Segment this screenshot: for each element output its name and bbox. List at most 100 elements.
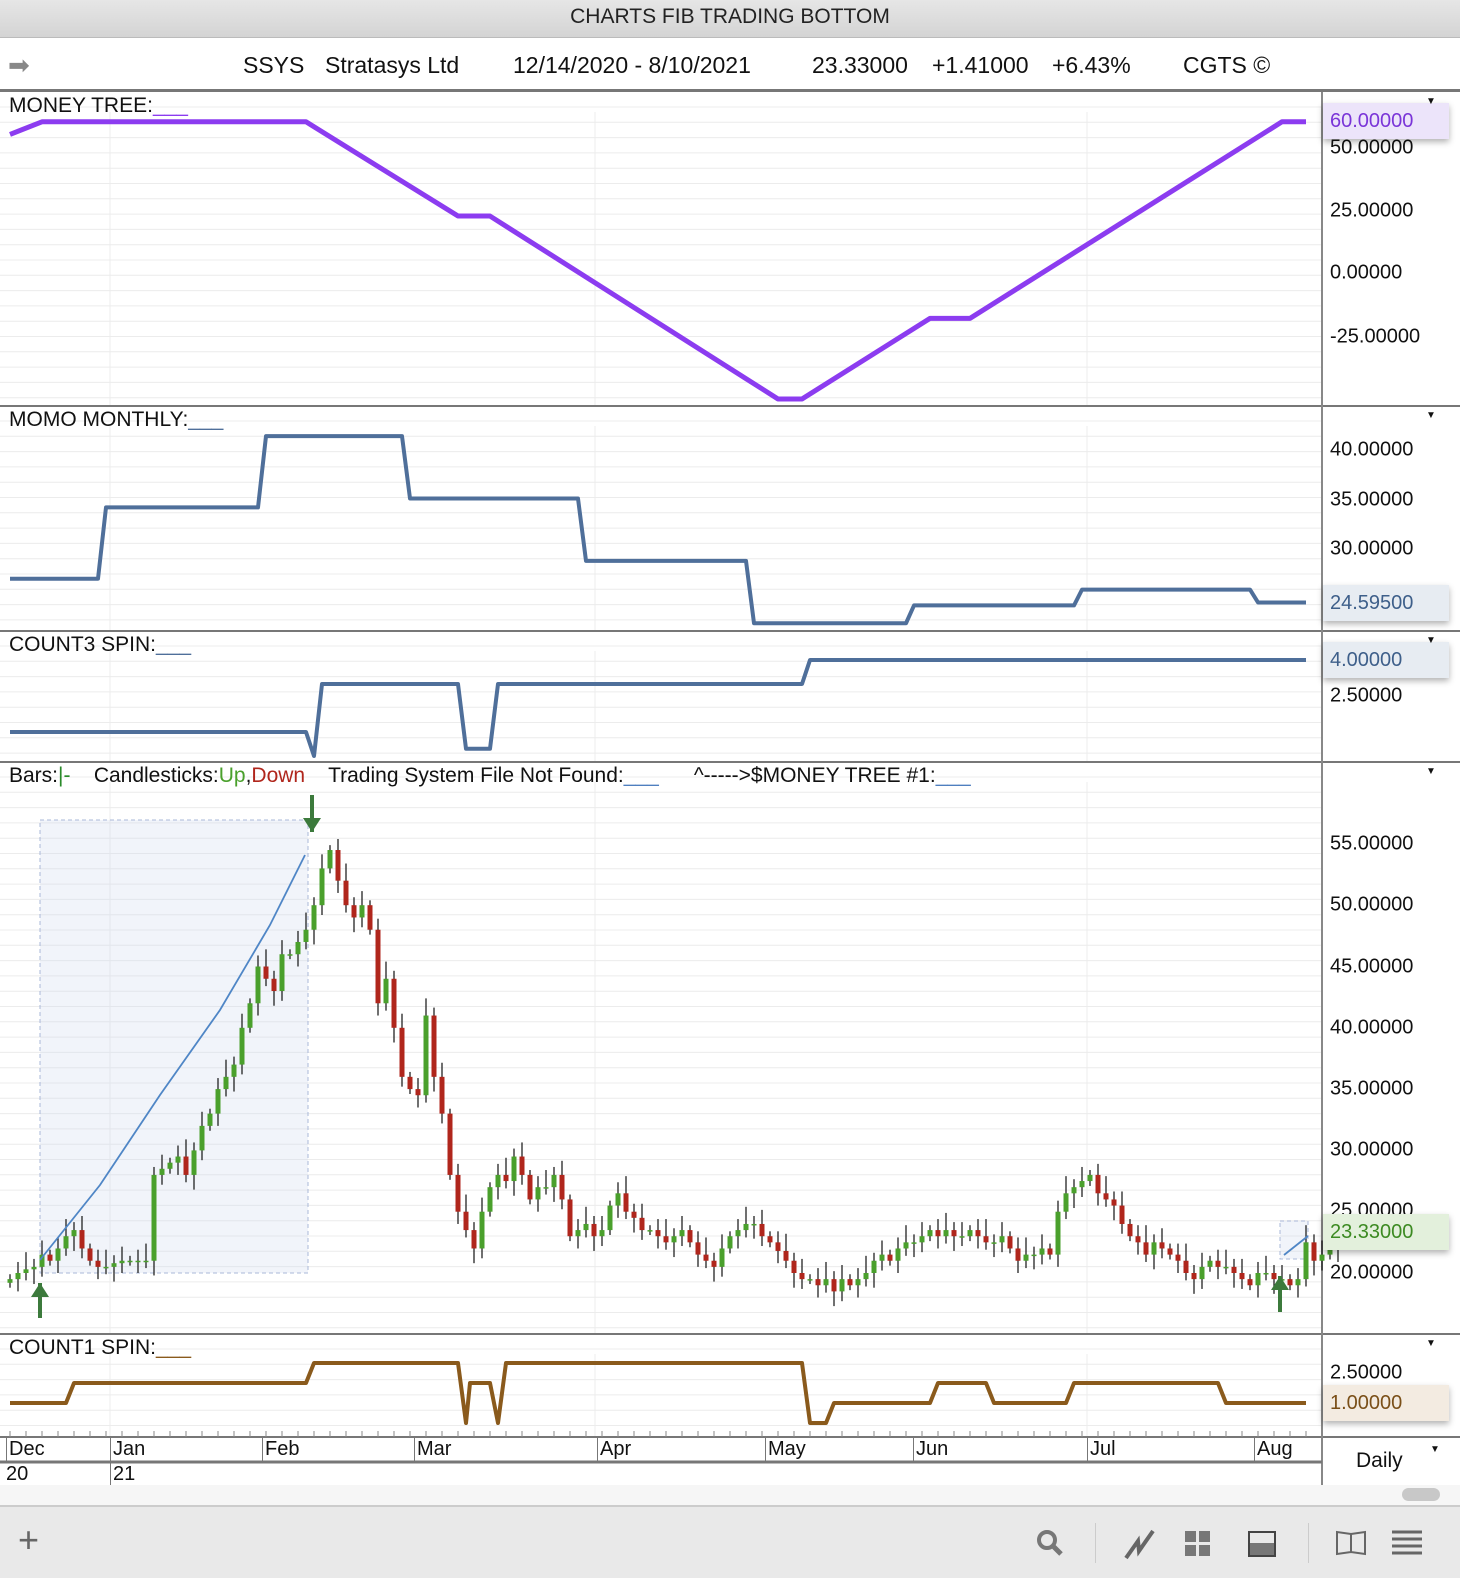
candle-body	[567, 1199, 573, 1237]
candle-body	[367, 905, 373, 930]
candle-body	[335, 850, 341, 881]
chart-plot[interactable]	[0, 0, 1460, 1490]
axis-label: 2.50000	[1330, 1361, 1403, 1384]
candle-body	[1167, 1248, 1173, 1255]
axis-label: 50.00000	[1330, 136, 1414, 159]
axis-label: 45.00000	[1330, 955, 1414, 978]
candle-body	[1047, 1248, 1053, 1255]
candle-body	[1199, 1266, 1205, 1280]
candle-body	[1071, 1187, 1077, 1194]
candle-body	[167, 1162, 173, 1169]
candle-body	[207, 1113, 213, 1126]
candle-body	[407, 1076, 413, 1090]
search-icon[interactable]	[1036, 1529, 1064, 1557]
candle-body	[735, 1230, 741, 1237]
grid-icon[interactable]	[1185, 1531, 1211, 1557]
candle-body	[607, 1205, 613, 1231]
candle-body	[463, 1211, 469, 1231]
candle-body	[575, 1230, 581, 1237]
axis-label: 35.00000	[1330, 1077, 1414, 1100]
candle-body	[727, 1236, 733, 1249]
month-label: Dec	[6, 1438, 45, 1462]
candle-body	[751, 1223, 757, 1226]
candle-body	[319, 868, 325, 906]
candle-body	[1007, 1236, 1013, 1249]
panel-layout-icon[interactable]	[1248, 1531, 1276, 1557]
candle-body	[439, 1076, 445, 1114]
candle-body	[223, 1076, 229, 1090]
candle-body	[1135, 1236, 1141, 1243]
candle-body	[1295, 1279, 1301, 1286]
candle-body	[551, 1174, 557, 1188]
book-icon[interactable]	[1335, 1529, 1367, 1557]
candle-body	[991, 1242, 997, 1244]
candle-body	[143, 1260, 149, 1263]
candle-body	[1287, 1279, 1293, 1286]
candle-body	[1055, 1211, 1061, 1255]
candle-body	[879, 1254, 885, 1261]
candle-body	[191, 1150, 197, 1175]
count1-label: COUNT1 SPIN:___	[9, 1336, 192, 1359]
candle-body	[495, 1174, 501, 1188]
candle-body	[927, 1230, 933, 1237]
candle-body	[1215, 1260, 1221, 1267]
axis-label: 55.00000	[1330, 832, 1414, 855]
money-tree-menu-icon[interactable]: ▼	[1426, 96, 1436, 107]
axis-label: 40.00000	[1330, 438, 1414, 461]
candle-body	[23, 1269, 29, 1273]
candle-body	[671, 1236, 677, 1243]
candle-body	[1327, 1249, 1333, 1255]
count1-line	[10, 1361, 1306, 1425]
momo-menu-icon[interactable]: ▼	[1426, 410, 1436, 421]
candle-body	[1119, 1205, 1125, 1224]
candle-body	[423, 1015, 429, 1096]
candle-body	[511, 1156, 517, 1182]
chart-line-icon[interactable]	[1122, 1525, 1158, 1561]
period-select[interactable]: Daily	[1356, 1449, 1403, 1473]
candle-body	[543, 1187, 549, 1189]
candle-body	[359, 905, 365, 918]
candle-body	[535, 1187, 541, 1200]
momo-line	[10, 434, 1306, 626]
count3-menu-icon[interactable]: ▼	[1426, 635, 1436, 646]
candle-body	[775, 1242, 781, 1251]
candle-body	[919, 1236, 925, 1243]
add-icon[interactable]: +	[18, 1519, 39, 1561]
candle-body	[71, 1230, 77, 1237]
candle-body	[111, 1263, 117, 1267]
month-label: Feb	[262, 1438, 299, 1462]
candle-body	[959, 1236, 965, 1238]
month-label: Jan	[110, 1438, 145, 1462]
candle-body	[1271, 1273, 1277, 1280]
candle-body	[1143, 1242, 1149, 1255]
candle-body	[159, 1168, 165, 1175]
candle-body	[647, 1230, 653, 1232]
candle-body	[863, 1273, 869, 1280]
candle-body	[903, 1242, 909, 1249]
candle-body	[455, 1174, 461, 1212]
candle-body	[1159, 1242, 1165, 1249]
candle-body	[7, 1279, 13, 1283]
candle-body	[743, 1223, 749, 1231]
candle-body	[1039, 1248, 1045, 1255]
candle-body	[383, 978, 389, 1004]
price-menu-icon[interactable]: ▼	[1426, 766, 1436, 777]
candle-body	[599, 1230, 605, 1237]
candle-body	[295, 941, 301, 955]
count1-menu-icon[interactable]: ▼	[1426, 1338, 1436, 1349]
candle-body	[527, 1174, 533, 1200]
candle-body	[559, 1174, 565, 1200]
candle-body	[247, 1003, 253, 1028]
menu-icon[interactable]	[1392, 1529, 1422, 1555]
axis-label: 35.00000	[1330, 488, 1414, 511]
period-dropdown-icon[interactable]: ▼	[1430, 1444, 1440, 1455]
candle-body	[783, 1250, 789, 1261]
candle-body	[503, 1174, 509, 1182]
candle-body	[855, 1279, 861, 1286]
candle-body	[967, 1230, 973, 1237]
scrollbar-thumb[interactable]	[1402, 1488, 1440, 1501]
horizontal-scrollbar[interactable]	[0, 1485, 1460, 1505]
axis-label: 30.00000	[1330, 537, 1414, 560]
candle-body	[375, 929, 381, 1004]
candle-body	[447, 1113, 453, 1175]
